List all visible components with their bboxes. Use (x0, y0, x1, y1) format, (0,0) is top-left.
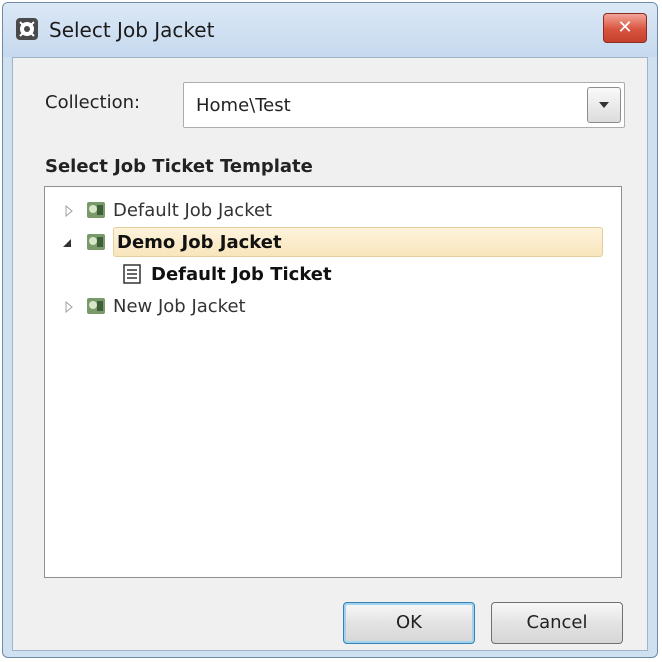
template-section-heading: Select Job Ticket Template (45, 156, 313, 177)
app-icon (16, 18, 38, 40)
chevron-down-icon (599, 102, 609, 108)
expand-arrow-icon[interactable] (63, 301, 75, 313)
tree-item-label: Default Job Ticket (151, 264, 332, 285)
job-jacket-icon (87, 202, 105, 218)
tree-item-label: Default Job Jacket (113, 200, 273, 221)
collapse-arrow-icon[interactable] (61, 237, 73, 249)
collection-dropdown-button[interactable] (587, 87, 621, 123)
tree-item-label: New Job Jacket (113, 296, 246, 317)
collection-dropdown[interactable]: Home\Test (183, 82, 625, 128)
window-title: Select Job Jacket (49, 18, 215, 42)
tree-item-new-job-jacket[interactable]: New Job Jacket (45, 291, 621, 323)
select-job-jacket-dialog: Select Job Jacket ✕ Collection: Home\Tes… (2, 2, 658, 658)
dialog-body: Collection: Home\Test Select Job Ticket … (12, 57, 648, 651)
job-ticket-icon (123, 264, 141, 284)
expand-arrow-icon[interactable] (63, 205, 75, 217)
tree-item-label: Demo Job Jacket (117, 232, 282, 253)
job-jacket-icon (87, 298, 105, 314)
title-bar[interactable]: Select Job Jacket ✕ (3, 3, 657, 57)
cancel-button[interactable]: Cancel (491, 602, 623, 644)
tree-item-default-job-jacket[interactable]: Default Job Jacket (45, 195, 621, 227)
tree-item-demo-job-jacket[interactable]: Demo Job Jacket (45, 227, 621, 259)
job-ticket-template-tree[interactable]: Default Job Jacket Demo Job Jacket Defau… (44, 186, 622, 578)
ok-button[interactable]: OK (343, 602, 475, 644)
collection-value: Home\Test (196, 95, 291, 116)
close-icon: ✕ (617, 17, 633, 38)
tree-item-default-job-ticket[interactable]: Default Job Ticket (45, 259, 621, 291)
collection-label: Collection: (45, 92, 141, 113)
job-jacket-icon (87, 234, 105, 250)
close-button[interactable]: ✕ (603, 13, 647, 43)
